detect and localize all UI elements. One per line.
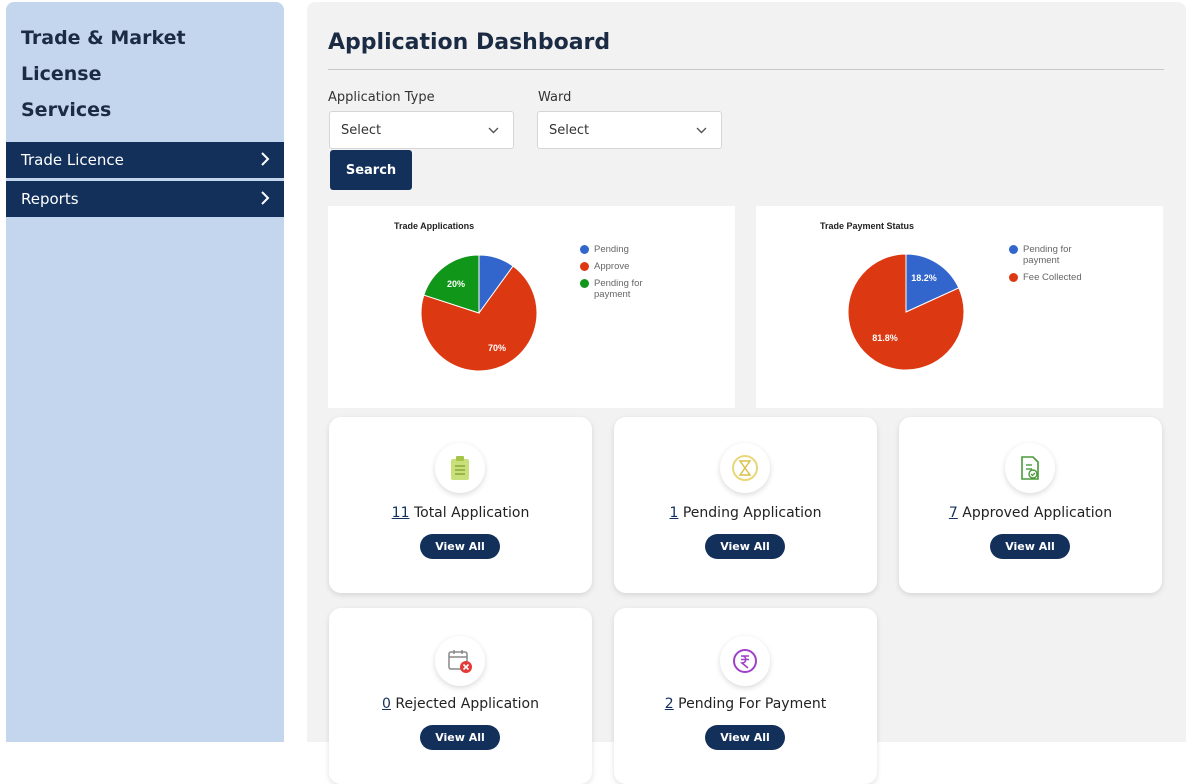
card-text: 7 Approved Application <box>899 505 1162 521</box>
legend-label: Pending for payment <box>1023 244 1072 266</box>
card-label: Total Application <box>413 505 530 521</box>
card-text: 1 Pending Application <box>614 505 877 521</box>
sidebar-item-label: Reports <box>21 190 79 208</box>
legend-item: Pending for payment <box>1009 244 1083 266</box>
chart-legend: Pending for payment Fee Collected <box>1009 244 1083 289</box>
card-count[interactable]: 1 <box>669 505 678 521</box>
card-count[interactable]: 2 <box>665 696 674 712</box>
card-label: Approved Application <box>962 505 1113 521</box>
pie-data-label: 81.8% <box>872 333 898 343</box>
chevron-right-icon <box>260 189 270 210</box>
view-all-button[interactable]: View All <box>420 534 500 559</box>
search-button[interactable]: Search <box>330 150 412 190</box>
legend-item: Approve <box>580 261 654 272</box>
legend-swatch <box>580 279 589 288</box>
pie-data-label: 70% <box>488 343 506 353</box>
pie-chart: 18.2% 81.8% <box>847 253 965 371</box>
card-label: Pending For Payment <box>678 696 827 712</box>
view-all-button[interactable]: View All <box>990 534 1070 559</box>
page-title: Application Dashboard <box>328 30 611 55</box>
document-check-icon <box>1005 443 1055 493</box>
application-type-select[interactable]: Select <box>329 111 514 149</box>
legend-item: Pending for payment <box>580 278 654 300</box>
legend-item: Pending <box>580 244 654 255</box>
trade-payment-status-chart: Trade Payment Status 18.2% 81.8% Pending … <box>756 206 1163 408</box>
legend-swatch <box>580 262 589 271</box>
ward-select[interactable]: Select <box>537 111 722 149</box>
application-type-label: Application Type <box>328 90 435 105</box>
legend-swatch <box>580 245 589 254</box>
pie-data-label: 20% <box>447 279 465 289</box>
card-text: 2 Pending For Payment <box>614 696 877 712</box>
card-count[interactable]: 11 <box>392 505 410 521</box>
view-all-button[interactable]: View All <box>420 725 500 750</box>
sidebar-title-line1: Trade & Market License <box>21 27 186 85</box>
pending-for-payment-card: 2 Pending For Payment View All <box>614 608 877 784</box>
card-count[interactable]: 7 <box>949 505 958 521</box>
pending-application-card: 1 Pending Application View All <box>614 417 877 593</box>
title-divider <box>328 69 1164 70</box>
rejected-application-card: 0 Rejected Application View All <box>329 608 592 784</box>
card-count[interactable]: 0 <box>382 696 391 712</box>
legend-item: Fee Collected <box>1009 272 1083 283</box>
legend-label: Fee Collected <box>1023 272 1082 283</box>
card-label: Rejected Application <box>395 696 539 712</box>
pie-data-label: 18.2% <box>911 273 937 283</box>
card-text: 11 Total Application <box>329 505 592 521</box>
chart-legend: Pending Approve Pending for payment <box>580 244 654 306</box>
sidebar-title-line2: Services <box>21 99 112 121</box>
clipboard-icon <box>435 443 485 493</box>
sidebar-item-trade-licence[interactable]: Trade Licence <box>6 142 284 178</box>
application-type-value: Select <box>341 122 382 138</box>
pie-chart: 70% 20% <box>420 254 538 372</box>
card-text: 0 Rejected Application <box>329 696 592 712</box>
view-all-button[interactable]: View All <box>705 534 785 559</box>
sidebar-item-reports[interactable]: Reports <box>6 181 284 217</box>
calendar-cancel-icon <box>435 636 485 686</box>
ward-label: Ward <box>538 90 572 105</box>
card-label: Pending Application <box>682 505 822 521</box>
sidebar: Trade & Market License Services Trade Li… <box>6 2 284 742</box>
legend-label: Pending <box>594 244 629 255</box>
legend-swatch <box>1009 273 1018 282</box>
chevron-right-icon <box>260 150 270 171</box>
trade-applications-chart: Trade Applications 70% 20% Pending Approv… <box>328 206 735 408</box>
total-application-card: 11 Total Application View All <box>329 417 592 593</box>
chevron-down-icon <box>696 123 707 137</box>
rupee-icon <box>720 636 770 686</box>
legend-label: Approve <box>594 261 630 272</box>
legend-swatch <box>1009 245 1018 254</box>
sidebar-item-label: Trade Licence <box>21 151 124 169</box>
legend-label: Pending for payment <box>594 278 643 300</box>
chevron-down-icon <box>488 123 499 137</box>
ward-value: Select <box>549 122 590 138</box>
sidebar-title: Trade & Market License Services <box>6 2 284 142</box>
view-all-button[interactable]: View All <box>705 725 785 750</box>
main-content: Application Dashboard Application Type S… <box>307 2 1186 784</box>
hourglass-icon <box>720 443 770 493</box>
approved-application-card: 7 Approved Application View All <box>899 417 1162 593</box>
